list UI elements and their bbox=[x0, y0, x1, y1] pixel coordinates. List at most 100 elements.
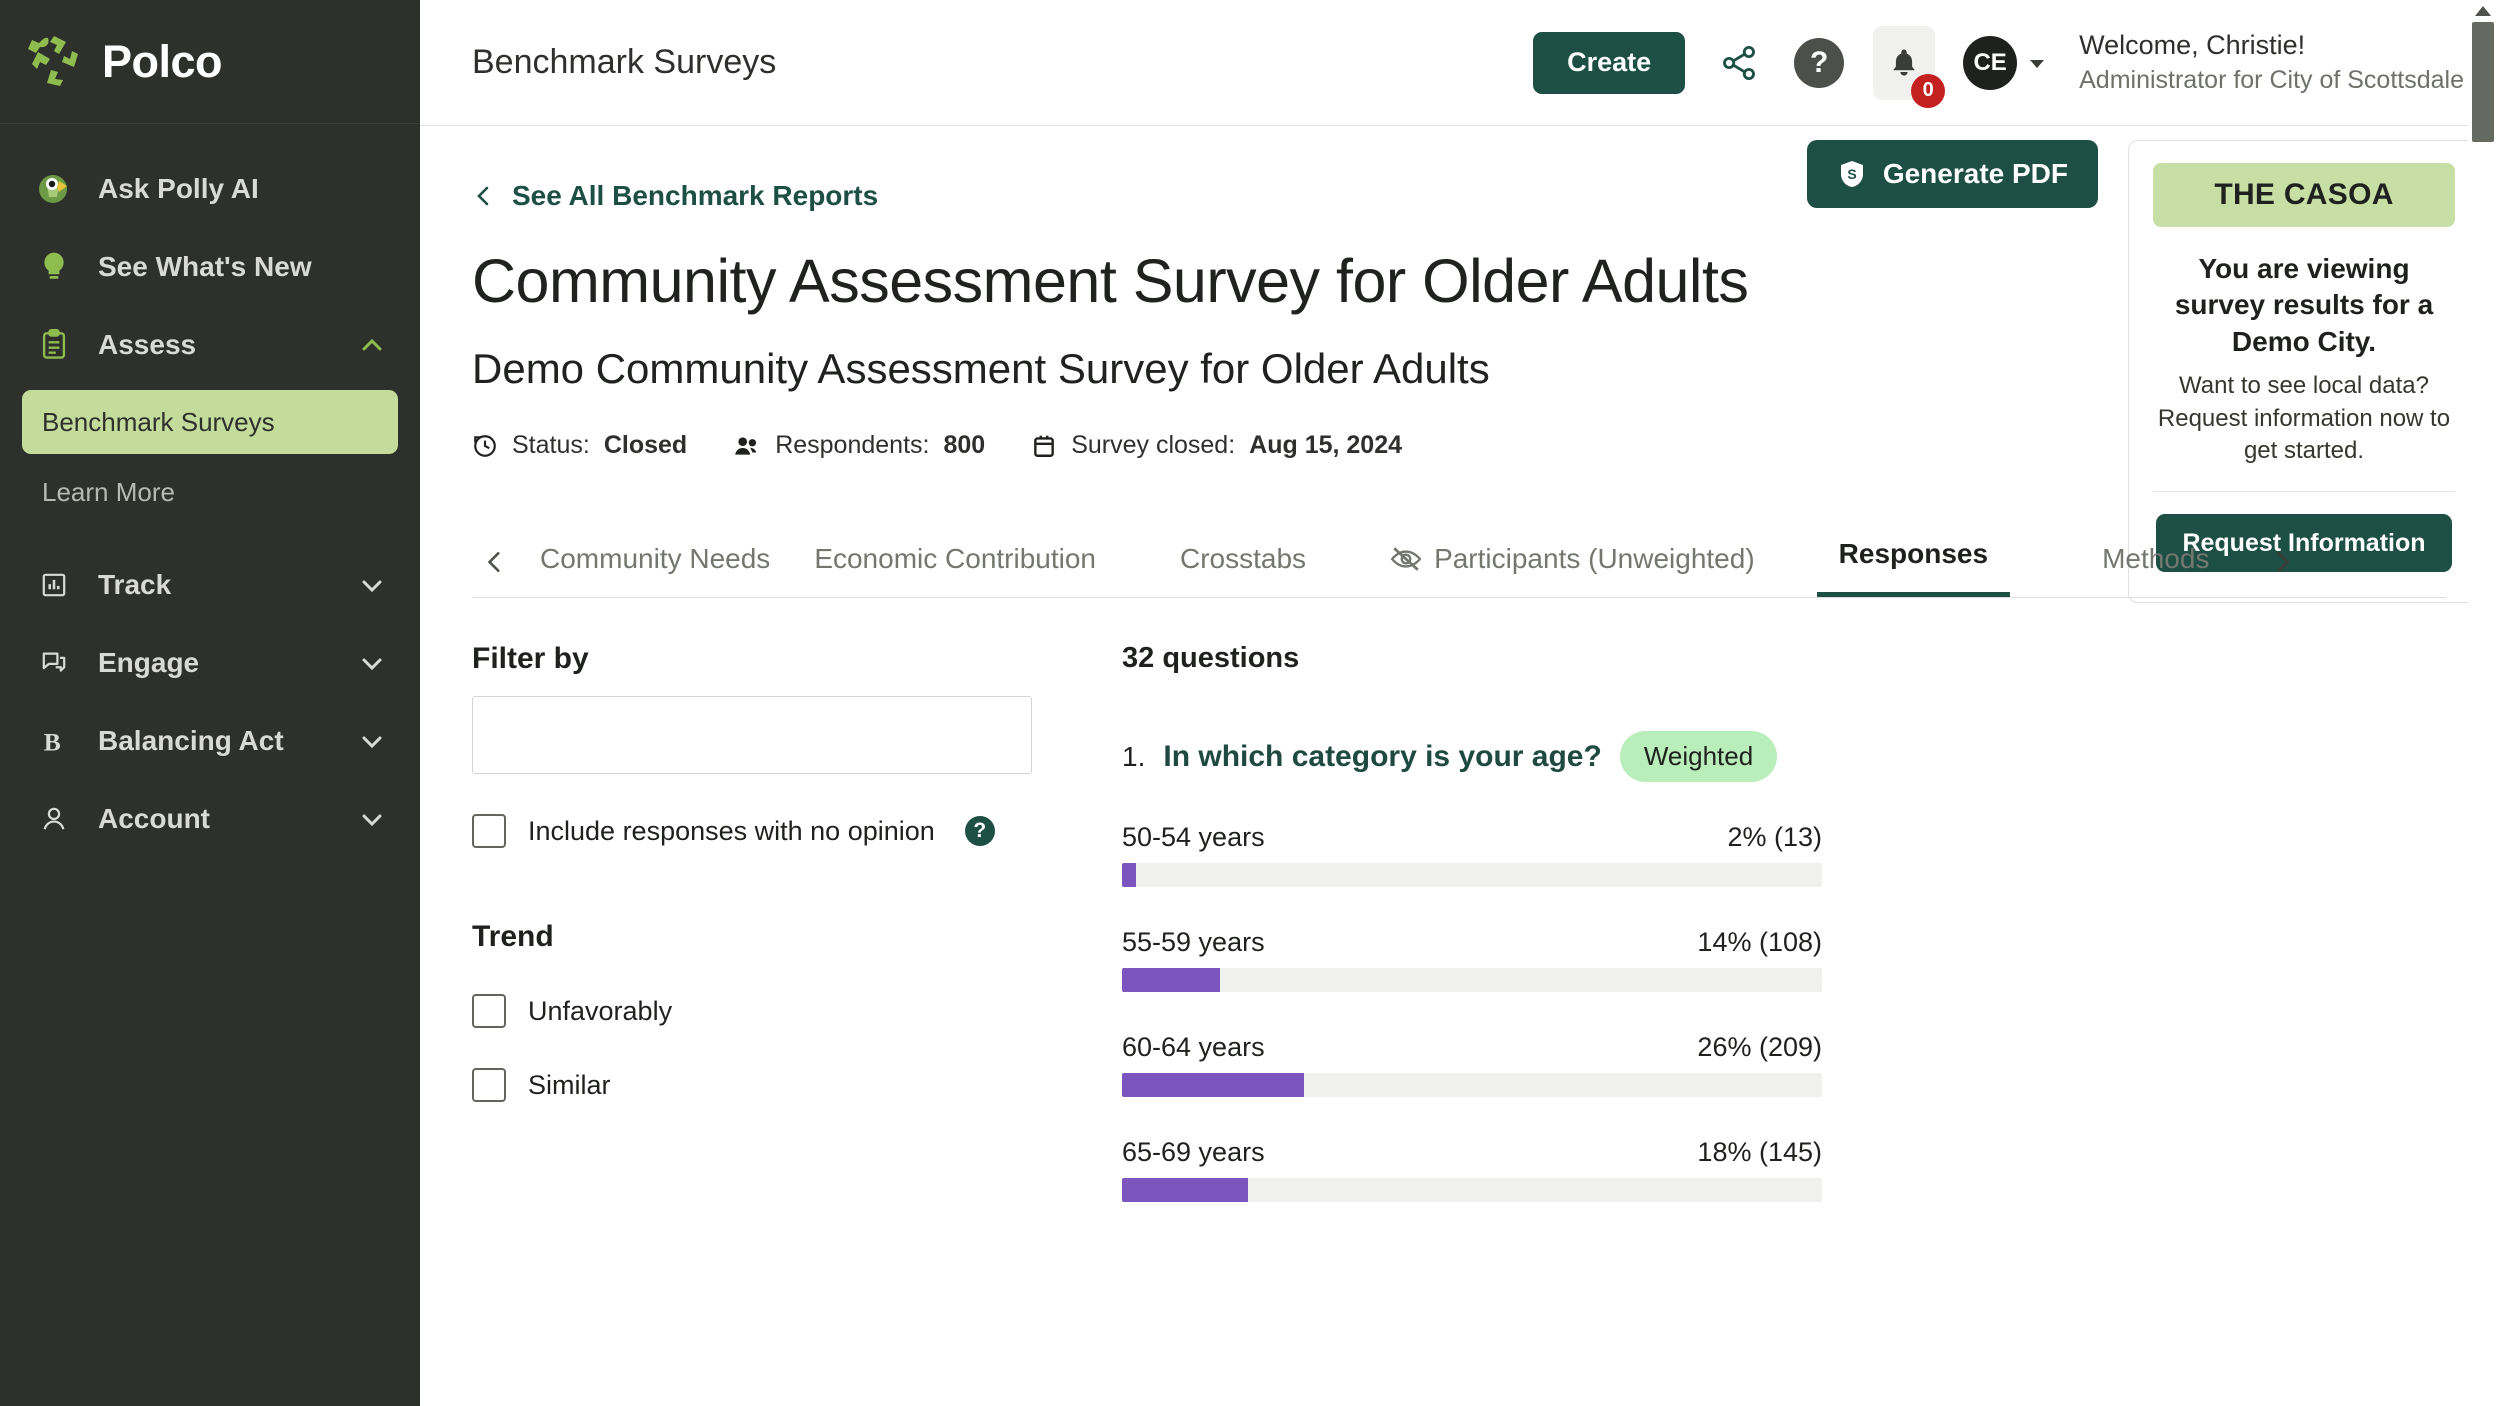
tab-participants-unweighted[interactable]: Participants (Unweighted) bbox=[1368, 543, 1777, 597]
question-circle-icon[interactable]: ? bbox=[964, 816, 995, 847]
sidebar-item-label: Track bbox=[98, 569, 172, 600]
sidebar-item-track[interactable]: Track bbox=[0, 546, 420, 624]
question-count: 32 questions bbox=[1122, 642, 1300, 675]
tabs-prev-button[interactable] bbox=[472, 549, 518, 597]
casoa-banner: THE CASOA bbox=[2153, 163, 2455, 227]
sidebar-nav: Ask Polly AI See What's New Assess Bench… bbox=[0, 124, 420, 858]
page-breadcrumb-title: Benchmark Surveys bbox=[472, 43, 777, 81]
meta-label: Respondents: bbox=[775, 431, 930, 460]
trend-unfavorably-checkbox[interactable] bbox=[472, 994, 506, 1029]
help-button[interactable]: ? bbox=[1793, 37, 1845, 89]
bar-chart-icon bbox=[32, 563, 76, 607]
chevron-down-icon bbox=[2027, 53, 2047, 73]
sidebar-item-label: Account bbox=[98, 803, 210, 834]
polco-pinwheel-logo bbox=[26, 34, 86, 90]
trend-heading: Trend bbox=[472, 920, 554, 954]
filters-panel: Filter by Include responses with no opin… bbox=[472, 642, 1092, 1202]
calendar-icon bbox=[1031, 433, 1057, 459]
tab-responses[interactable]: Responses bbox=[1816, 538, 2011, 598]
svg-text:B: B bbox=[44, 727, 61, 756]
trend-option-label: Similar bbox=[528, 1069, 611, 1100]
sidebar-item-ask-polly-ai[interactable]: Ask Polly AI bbox=[0, 150, 420, 228]
casoa-heading: You are viewing survey results for a Dem… bbox=[2174, 253, 2434, 357]
content-header: See All Benchmark Reports Community Asse… bbox=[420, 126, 2498, 604]
page-title: Community Assessment Survey for Older Ad… bbox=[472, 247, 1749, 315]
see-all-benchmark-reports-link[interactable]: See All Benchmark Reports bbox=[472, 180, 878, 212]
answer-bar-fill bbox=[1122, 968, 1220, 993]
answer-bar-track bbox=[1122, 863, 1822, 888]
notifications-button[interactable]: 0 bbox=[1873, 25, 1946, 108]
page-subtitle: Demo Community Assessment Survey for Old… bbox=[472, 345, 1490, 393]
answer-bar-chart: 50-54 years 2% (13) 55-59 years 14% (108) 60… bbox=[1122, 822, 2446, 1203]
answer-bar-fill bbox=[1122, 1073, 1304, 1098]
question-number: 1. bbox=[1122, 740, 1146, 772]
sidebar-item-label: Engage bbox=[98, 647, 200, 678]
divider bbox=[2153, 491, 2455, 493]
chevron-down-icon[interactable] bbox=[358, 805, 386, 833]
sidebar-item-assess[interactable]: Assess bbox=[0, 306, 420, 384]
chevron-up-icon[interactable] bbox=[358, 331, 386, 359]
tab-label: Community Needs bbox=[540, 543, 771, 575]
page-scrollbar[interactable] bbox=[2468, 0, 2498, 1406]
scrollbar-thumb[interactable] bbox=[2472, 22, 2494, 142]
brand-name: Polco bbox=[102, 35, 223, 87]
answer-bar-track bbox=[1122, 1073, 1822, 1098]
tab-label: Methods bbox=[2102, 543, 2210, 575]
sidebar-item-balancing-act[interactable]: B Balancing Act bbox=[0, 702, 420, 780]
answer-bar-fill bbox=[1122, 1178, 1248, 1203]
chat-bubbles-icon bbox=[32, 641, 76, 685]
person-icon bbox=[32, 797, 76, 841]
question-text[interactable]: In which category is your age? bbox=[1163, 740, 1601, 774]
meta-status: Status: Closed bbox=[472, 431, 687, 460]
trend-option-unfavorably: Unfavorably bbox=[472, 994, 1032, 1029]
tab-label: Participants (Unweighted) bbox=[1434, 543, 1755, 575]
sidebar-item-account[interactable]: Account bbox=[0, 780, 420, 858]
answer-bar-track bbox=[1122, 1178, 1822, 1203]
tab-methods[interactable]: Methods bbox=[2080, 543, 2231, 597]
answer-category-label: 50-54 years bbox=[1122, 822, 1265, 853]
answer-value-label: 18% (145) bbox=[1697, 1137, 1822, 1168]
tab-label: Crosstabs bbox=[1180, 543, 1307, 575]
back-link-label: See All Benchmark Reports bbox=[512, 180, 879, 211]
results-panel: 32 questions 1. In which category is you… bbox=[1092, 642, 2446, 1203]
question-mark-icon: ? bbox=[1794, 37, 1845, 88]
chevron-down-icon[interactable] bbox=[358, 571, 386, 599]
answer-bar-row: 60-64 years 26% (209) bbox=[1122, 1032, 1822, 1098]
meta-value: Closed bbox=[603, 431, 688, 460]
scroll-up-arrow-icon[interactable] bbox=[2475, 6, 2491, 16]
generate-pdf-button[interactable]: S Generate PDF bbox=[1806, 140, 2098, 208]
sidebar-item-learn-more[interactable]: Learn More bbox=[22, 460, 398, 524]
create-button[interactable]: Create bbox=[1533, 31, 1686, 94]
share-icon[interactable] bbox=[1713, 37, 1765, 89]
generate-pdf-label: Generate PDF bbox=[1882, 158, 2068, 189]
meta-value: 800 bbox=[943, 431, 986, 460]
filter-input[interactable] bbox=[472, 696, 1032, 775]
meta-respondents: Respondents: 800 bbox=[733, 431, 985, 460]
welcome-role: Administrator for City of Scottsdale bbox=[2079, 65, 2464, 94]
chevron-down-icon[interactable] bbox=[358, 649, 386, 677]
tabs-next-button[interactable] bbox=[2259, 549, 2305, 597]
letter-b-icon: B bbox=[32, 719, 76, 763]
avatar: CE bbox=[1963, 35, 2018, 90]
tab-crosstabs[interactable]: Crosstabs bbox=[1158, 543, 1328, 597]
parrot-icon bbox=[32, 167, 76, 211]
include-no-opinion-checkbox[interactable] bbox=[472, 814, 506, 849]
sidebar-item-benchmark-surveys[interactable]: Benchmark Surveys bbox=[22, 390, 398, 454]
trend-similar-checkbox[interactable] bbox=[472, 1068, 506, 1103]
sidebar-item-engage[interactable]: Engage bbox=[0, 624, 420, 702]
answer-bar-track bbox=[1122, 968, 1822, 993]
tab-community-needs[interactable]: Community Needs bbox=[518, 543, 792, 597]
brand-logo[interactable]: Polco bbox=[0, 0, 420, 124]
account-menu-button[interactable]: CE bbox=[1963, 35, 2047, 90]
sidebar-item-label: Balancing Act bbox=[98, 725, 284, 756]
answer-value-label: 26% (209) bbox=[1697, 1032, 1822, 1063]
sidebar-item-see-whats-new[interactable]: See What's New bbox=[0, 228, 420, 306]
sidebar-item-label: See What's New bbox=[98, 251, 312, 282]
chevron-down-icon[interactable] bbox=[358, 727, 386, 755]
eye-slash-icon bbox=[1390, 546, 1422, 572]
sidebar-item-label: Assess bbox=[98, 329, 197, 360]
answer-bar-labels: 65-69 years 18% (145) bbox=[1122, 1137, 1822, 1168]
casoa-paragraph: Want to see local data? Request informat… bbox=[2157, 372, 2451, 464]
answer-bar-fill bbox=[1122, 863, 1136, 888]
tab-economic-contribution[interactable]: Economic Contribution bbox=[792, 543, 1118, 597]
